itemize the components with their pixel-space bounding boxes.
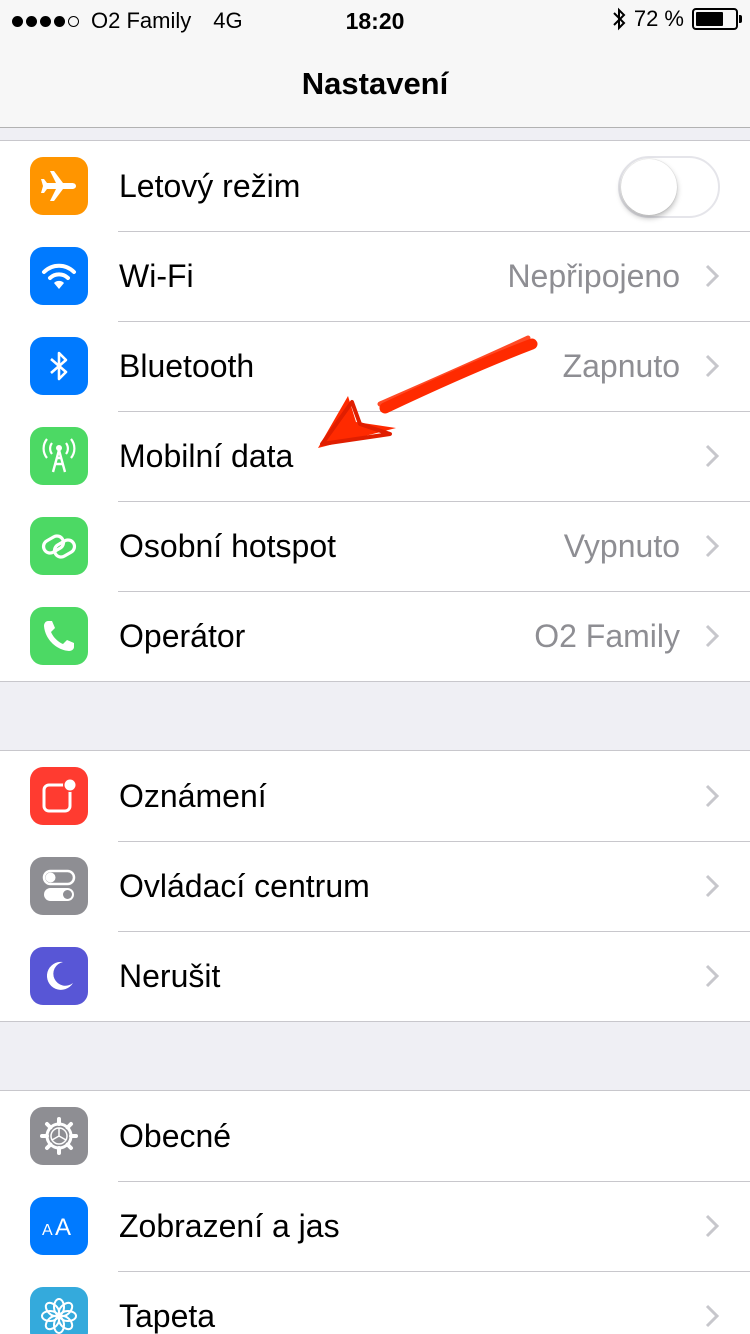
settings-row-label: Wi-Fi (119, 258, 194, 294)
wifi-icon (30, 247, 88, 305)
settings-row-label: Bluetooth (119, 348, 255, 384)
settings-row-general[interactable]: Obecné (0, 1091, 750, 1181)
chevron-right-icon (705, 264, 720, 288)
chevron-right-icon (705, 354, 720, 378)
chevron-right-icon (705, 534, 720, 558)
settings-row-wifi[interactable]: Wi-Fi Nepřipojeno (0, 231, 750, 321)
wallpaper-flower-icon (30, 1287, 88, 1334)
page-title: Nastavení (301, 66, 449, 101)
carrier-value: O2 Family (534, 618, 680, 654)
settings-row-airplane-mode[interactable]: Letový režim (0, 141, 750, 231)
settings-row-label: Obecné (119, 1118, 232, 1154)
phone-icon (30, 607, 88, 665)
settings-row-do-not-disturb[interactable]: Nerušit (0, 931, 750, 1021)
settings-group-general: Obecné A A Zobrazení a jas Tapeta (0, 1090, 750, 1334)
battery-icon (692, 8, 742, 30)
bluetooth-icon (30, 337, 88, 395)
settings-row-label: Oznámení (119, 778, 267, 814)
settings-row-personal-hotspot[interactable]: Osobní hotspot Vypnuto (0, 501, 750, 591)
annotation-arrow-icon (318, 335, 538, 448)
chevron-right-icon (705, 1304, 720, 1328)
settings-row-notifications[interactable]: Oznámení (0, 751, 750, 841)
settings-group-notifications: Oznámení Ovládací centrum Nerušit (0, 750, 750, 1022)
status-bar: O2 Family 4G 18:20 72 % (0, 0, 750, 40)
bluetooth-status-value: Zapnuto (562, 348, 680, 384)
settings-row-label: Nerušit (119, 958, 221, 994)
settings-row-label: Letový režim (119, 168, 301, 204)
airplane-icon (30, 157, 88, 215)
toggle-knob (621, 159, 677, 215)
settings-row-label: Zobrazení a jas (119, 1208, 340, 1244)
control-center-icon (30, 857, 88, 915)
settings-row-control-center[interactable]: Ovládací centrum (0, 841, 750, 931)
settings-screen: O2 Family 4G 18:20 72 % Nastavení Letový… (0, 0, 750, 1334)
text-size-icon: A A (30, 1197, 88, 1255)
hotspot-icon (30, 517, 88, 575)
cellular-antenna-icon (30, 427, 88, 485)
settings-row-label: Tapeta (119, 1298, 216, 1334)
moon-icon (30, 947, 88, 1005)
settings-row-label: Osobní hotspot (119, 528, 337, 564)
settings-row-carrier[interactable]: Operátor O2 Family (0, 591, 750, 681)
settings-row-label: Operátor (119, 618, 246, 654)
settings-row-wallpaper[interactable]: Tapeta (0, 1271, 750, 1334)
chevron-right-icon (705, 784, 720, 808)
hotspot-status-value: Vypnuto (563, 528, 680, 564)
chevron-right-icon (705, 964, 720, 988)
notifications-icon (30, 767, 88, 825)
chevron-right-icon (705, 874, 720, 898)
airplane-mode-toggle[interactable] (618, 156, 720, 218)
settings-row-label: Ovládací centrum (119, 868, 370, 904)
battery-percentage: 72 % (633, 6, 684, 31)
bluetooth-status-icon (613, 7, 626, 31)
wifi-status-value: Nepřipojeno (507, 258, 680, 294)
chevron-right-icon (705, 444, 720, 468)
settings-row-display-brightness[interactable]: A A Zobrazení a jas (0, 1181, 750, 1271)
status-right: 72 % (612, 6, 742, 32)
navigation-bar: Nastavení (0, 40, 750, 128)
chevron-right-icon (705, 624, 720, 648)
gear-icon (30, 1107, 88, 1165)
svg-text:A: A (42, 1222, 53, 1239)
chevron-right-icon (705, 1214, 720, 1238)
svg-text:A: A (55, 1214, 71, 1241)
settings-row-label: Mobilní data (119, 438, 294, 474)
